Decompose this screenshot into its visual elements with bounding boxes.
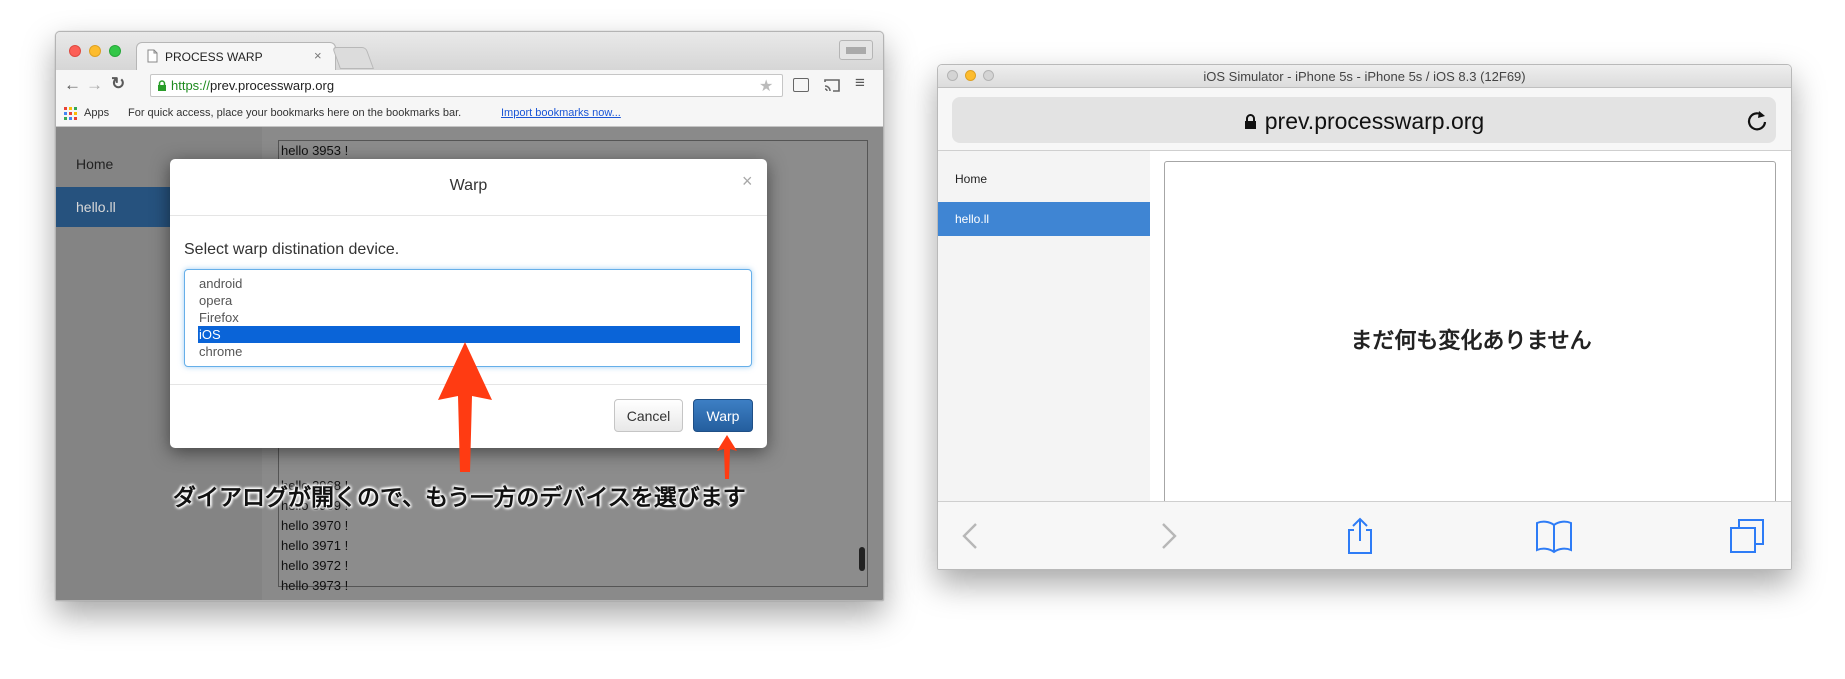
- extension-icon[interactable]: [793, 78, 809, 92]
- apps-grid-icon[interactable]: [64, 107, 77, 120]
- chrome-toolbar: ← → ↻ https://prev.processwarp.org ★ ≡: [56, 70, 883, 102]
- address-bar[interactable]: https://prev.processwarp.org ★: [150, 74, 783, 97]
- url-scheme: https://: [171, 78, 211, 93]
- safari-address-bar: prev.processwarp.org: [938, 88, 1791, 151]
- log-line: hello 3970 !: [281, 518, 349, 533]
- lock-icon: [1244, 114, 1256, 129]
- dialog-header-divider: [170, 215, 767, 216]
- reload-icon[interactable]: ↻: [111, 74, 125, 94]
- apps-link[interactable]: Apps: [84, 107, 109, 119]
- safari-bottom-toolbar: [938, 501, 1791, 569]
- large-up-arrow-icon: [438, 342, 492, 472]
- chrome-titlebar: PROCESS WARP ×: [56, 32, 883, 70]
- sidebar-item-home[interactable]: Home: [938, 165, 1150, 193]
- log-line: hello 3971 !: [281, 538, 349, 553]
- lock-icon: [158, 80, 166, 91]
- share-icon[interactable]: [1340, 516, 1380, 556]
- import-bookmarks-link[interactable]: Import bookmarks now...: [501, 107, 621, 119]
- annotation-caption: ダイアログが開くので、もう一方のデバイスを選びます: [173, 484, 746, 510]
- tab-process-warp[interactable]: PROCESS WARP ×: [136, 42, 336, 70]
- device-option[interactable]: android: [198, 275, 740, 292]
- bookmark-star-icon[interactable]: ★: [759, 76, 773, 96]
- log-line: hello 3973 !: [281, 578, 349, 593]
- bookmarks-bar: Apps For quick access, place your bookma…: [56, 102, 883, 127]
- ios-simulator-window: iOS Simulator - iPhone 5s - iPhone 5s / …: [937, 64, 1792, 570]
- status-message: まだ何も変化ありません: [1350, 328, 1592, 353]
- cast-icon[interactable]: [823, 78, 841, 93]
- ios-titlebar: iOS Simulator - iPhone 5s - iPhone 5s / …: [938, 65, 1791, 88]
- reload-icon[interactable]: [1746, 109, 1768, 131]
- close-window-button[interactable]: [69, 45, 81, 57]
- close-dialog-icon[interactable]: ×: [742, 171, 753, 192]
- bookmarks-hint: For quick access, place your bookmarks h…: [128, 107, 462, 119]
- url-host: prev.processwarp.org: [210, 78, 335, 93]
- ios-page-sidebar: Home hello.ll: [938, 151, 1150, 501]
- ios-window-title: iOS Simulator - iPhone 5s - iPhone 5s / …: [1203, 69, 1526, 84]
- zoom-window-button[interactable]: [109, 45, 121, 57]
- dialog-title: Warp: [449, 177, 488, 194]
- chrome-browser-window: PROCESS WARP × ← → ↻ https://prev.proces…: [55, 31, 884, 601]
- tab-title: PROCESS WARP: [165, 50, 263, 64]
- bookmarks-book-icon[interactable]: [1534, 516, 1574, 556]
- textarea-scrollbar[interactable]: [859, 547, 865, 571]
- log-line: hello 3953 !: [281, 143, 349, 158]
- warp-button[interactable]: Warp: [693, 399, 753, 432]
- page-icon: [147, 49, 158, 63]
- log-line: hello 3972 !: [281, 558, 349, 573]
- close-tab-icon[interactable]: ×: [314, 48, 322, 63]
- small-up-arrow-icon: [717, 435, 737, 479]
- cancel-button[interactable]: Cancel: [614, 399, 683, 432]
- safari-url-field[interactable]: prev.processwarp.org: [952, 97, 1776, 143]
- dialog-prompt: Select warp distination device.: [184, 241, 400, 258]
- back-chevron-icon[interactable]: [952, 516, 992, 556]
- safari-url-text: prev.processwarp.org: [1264, 108, 1485, 134]
- device-option[interactable]: opera: [198, 292, 740, 309]
- profile-icon[interactable]: [839, 40, 873, 60]
- tabs-icon[interactable]: [1728, 516, 1768, 556]
- back-arrow-icon[interactable]: ←: [64, 75, 81, 95]
- minimize-window-button[interactable]: [89, 45, 101, 57]
- ios-output-textarea[interactable]: まだ何も変化ありません: [1164, 161, 1776, 506]
- device-option[interactable]: Firefox: [198, 309, 740, 326]
- forward-arrow-icon[interactable]: →: [86, 75, 103, 95]
- menu-icon[interactable]: ≡: [855, 73, 865, 93]
- sidebar-item-hello[interactable]: hello.ll: [938, 202, 1150, 236]
- forward-chevron-icon[interactable]: [1147, 516, 1187, 556]
- new-tab-button[interactable]: [331, 47, 375, 69]
